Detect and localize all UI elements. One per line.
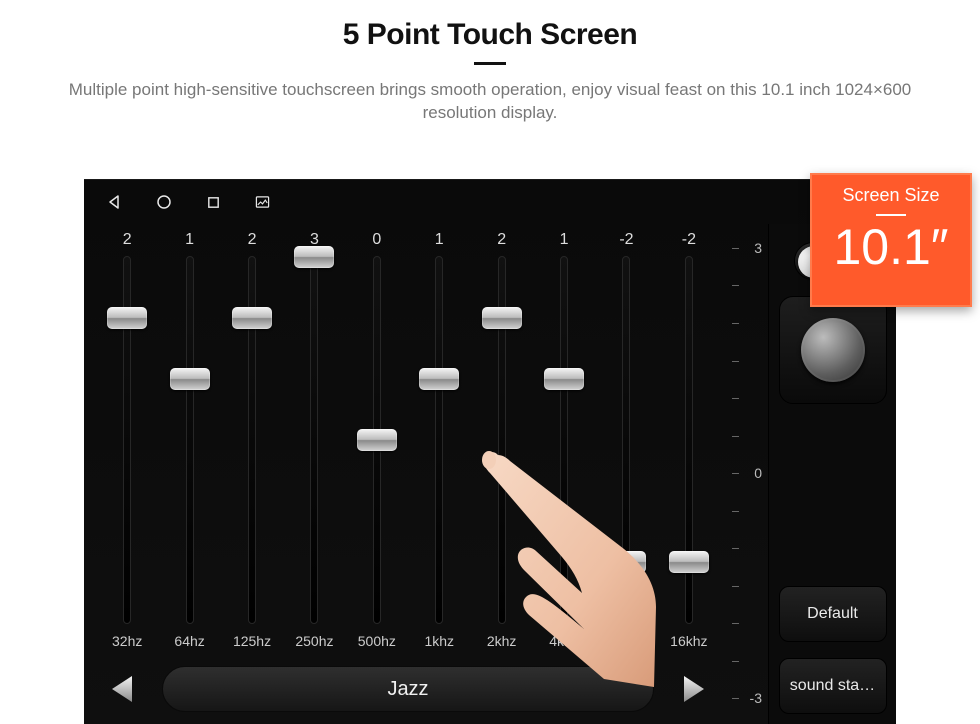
eq-band-freq: 8khz (612, 628, 642, 654)
eq-band-16khz: -2 16khz (660, 228, 718, 654)
eq-band-freq: 4khz (549, 628, 579, 654)
eq-band-value: 1 (435, 228, 444, 252)
eq-band-4khz: 1 4khz (535, 228, 593, 654)
eq-band-64hz: 1 64hz (160, 228, 218, 654)
eq-slider[interactable] (410, 252, 468, 628)
page-subtitle: Multiple point high-sensitive touchscree… (50, 79, 930, 125)
eq-slider[interactable] (472, 252, 530, 628)
eq-slider-thumb[interactable] (170, 368, 210, 390)
eq-band-freq: 16khz (670, 628, 707, 654)
eq-band-freq: 64hz (174, 628, 204, 654)
eq-band-2khz: 2 2khz (472, 228, 530, 654)
eq-band-freq: 2khz (487, 628, 517, 654)
eq-band-value: 1 (185, 228, 194, 252)
eq-band-freq: 125hz (233, 628, 271, 654)
eq-slider[interactable] (660, 252, 718, 628)
page-title: 5 Point Touch Screen (0, 18, 980, 52)
badge-label: Screen Size (818, 185, 964, 206)
eq-slider[interactable] (160, 252, 218, 628)
eq-band-freq: 500hz (358, 628, 396, 654)
eq-scale: 3 0 -3 (728, 224, 768, 724)
eq-band-8khz: -2 8khz (597, 228, 655, 654)
back-triangle-icon[interactable] (106, 194, 122, 210)
eq-band-freq: 1khz (424, 628, 454, 654)
scale-label: 0 (754, 465, 762, 481)
eq-band-250hz: 3250hz (285, 228, 343, 654)
eq-slider-thumb[interactable] (606, 551, 646, 573)
eq-slider-thumb[interactable] (107, 307, 147, 329)
eq-band-500hz: 0 500hz (348, 228, 406, 654)
eq-slider-thumb[interactable] (232, 307, 272, 329)
preset-prev-button[interactable] (102, 669, 144, 709)
eq-band-value: 2 (497, 228, 506, 252)
home-circle-icon[interactable] (156, 194, 172, 210)
promo-header: 5 Point Touch Screen Multiple point high… (0, 0, 980, 125)
eq-band-value: 0 (372, 228, 381, 252)
preset-name[interactable]: Jazz (162, 666, 654, 712)
eq-band-1khz: 1 1khz (410, 228, 468, 654)
eq-band-32hz: 2 32hz (98, 228, 156, 654)
eq-band-freq: 32hz (112, 628, 142, 654)
title-underline (474, 62, 506, 65)
eq-slider-thumb[interactable] (357, 429, 397, 451)
eq-slider[interactable] (597, 252, 655, 628)
eq-slider-thumb[interactable] (419, 368, 459, 390)
scale-label: -3 (750, 690, 762, 706)
preset-next-button[interactable] (672, 669, 714, 709)
android-status-bar (84, 180, 896, 224)
eq-band-value: 2 (248, 228, 257, 252)
eq-slider-thumb[interactable] (482, 307, 522, 329)
badge-rule (876, 214, 906, 216)
eq-slider-thumb[interactable] (544, 368, 584, 390)
scale-label: 3 (754, 240, 762, 256)
device-screen: 232hz164hz2125hz3250hz0500hz11khz22khz14… (84, 179, 896, 724)
dial-knob (801, 318, 865, 382)
recents-square-icon[interactable] (206, 195, 221, 210)
eq-band-125hz: 2 125hz (223, 228, 281, 654)
eq-band-value: 2 (123, 228, 132, 252)
eq-slider[interactable] (285, 252, 343, 628)
eq-slider-thumb[interactable] (669, 551, 709, 573)
screen-size-badge: Screen Size 10.1″ (810, 173, 972, 307)
eq-slider-thumb[interactable] (294, 246, 334, 268)
eq-band-value: 1 (560, 228, 569, 252)
equalizer-panel: 2 32hz 1 64hz 2 125hz 3250hz 0 500hz 1 1khz 2 2khz 1 4… (84, 224, 728, 724)
eq-slider[interactable] (535, 252, 593, 628)
default-button[interactable]: Default (779, 586, 887, 642)
eq-slider[interactable] (223, 252, 281, 628)
eq-slider[interactable] (348, 252, 406, 628)
eq-band-value: -2 (619, 228, 633, 252)
badge-value: 10.1″ (818, 222, 964, 272)
gallery-icon[interactable] (255, 195, 270, 209)
sound-stage-button[interactable]: sound sta… (779, 658, 887, 714)
balance-dial[interactable] (779, 296, 887, 404)
eq-slider[interactable] (98, 252, 156, 628)
eq-band-value: -2 (682, 228, 696, 252)
eq-band-freq: 250hz (295, 628, 333, 654)
